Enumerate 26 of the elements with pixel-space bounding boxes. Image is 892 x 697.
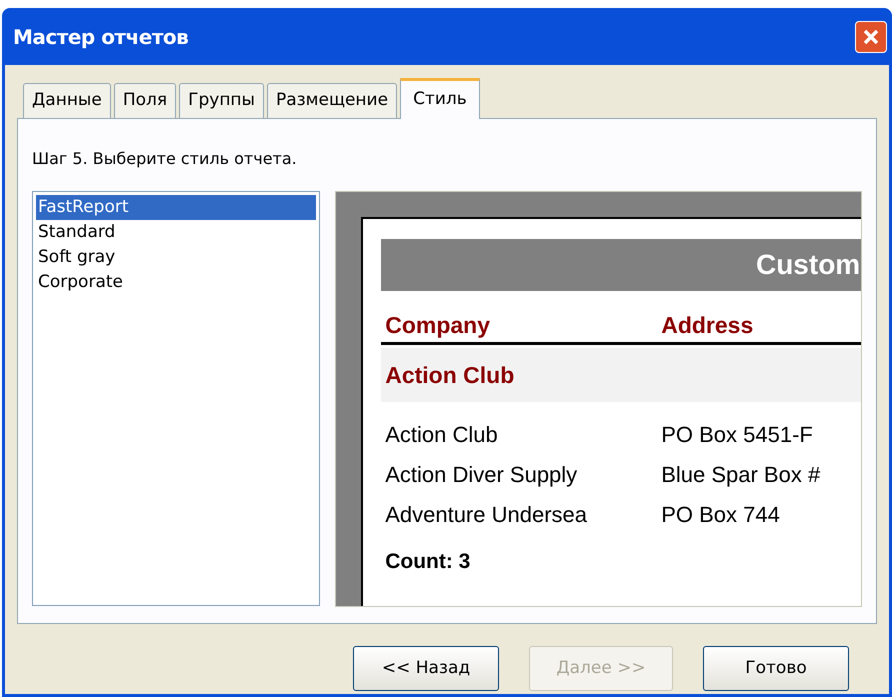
tab[interactable]: Стиль [400,78,480,119]
close-icon [862,28,880,46]
report-title: Custom [756,248,860,282]
window-title: Мастер отчетов [13,24,188,50]
tab[interactable]: Размещение [266,83,398,118]
table-cell-text: PO Box 744 [660,500,780,528]
column-header: Company [384,311,491,340]
style-list-item[interactable]: Soft gray [36,245,316,270]
table-cell-text: Blue Spar Box # [660,460,820,489]
tab[interactable]: Поля [114,83,176,118]
wizard-button[interactable]: << Назад [353,646,499,691]
style-list-item[interactable]: FastReport [36,195,316,220]
tab[interactable]: Группы [179,83,264,118]
group-header: Action Club [384,360,514,390]
table-cell-text: PO Box 5451-F [660,420,813,448]
column-header: Address [660,311,754,340]
table-cell-text: Adventure Undersea [384,500,588,528]
step-instruction: Шаг 5. Выберите стиль отчета. [32,148,298,170]
wizard-button[interactable]: Готово [703,646,849,691]
table-cell-text: Action Club [384,420,499,448]
style-list-item[interactable]: Standard [36,220,316,245]
style-list-item[interactable]: Corporate [36,270,316,295]
table-cell-text: Action Diver Supply [384,460,578,489]
tab[interactable]: Данные [23,83,111,118]
report-footer: Count: 3 [381,546,861,578]
close-button[interactable] [855,20,887,52]
